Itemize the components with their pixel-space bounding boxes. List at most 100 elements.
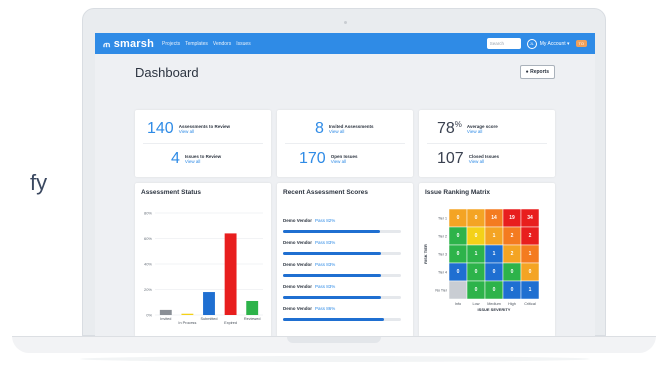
issue-ranking-matrix: 0 0 14 19 34 Tier 1 0 0 1 2 2 Tier 2 0 1 1 2 1 Tier 3 0 0 0 0… — [423, 208, 540, 312]
vendor-name: Demo Vendor — [283, 306, 313, 311]
row-label: Tier 4 — [438, 271, 447, 275]
cell-value: 19 — [509, 215, 515, 221]
divider — [143, 143, 263, 144]
cell-value: 0 — [457, 269, 460, 275]
pass-score[interactable]: Pass 83% — [315, 240, 335, 245]
assessments-card: 140 Assessments to Review View all 4 Issu… — [135, 110, 271, 177]
cell-value: 0 — [475, 215, 478, 221]
cell-value: 0 — [475, 269, 478, 275]
cell-value: 0 — [511, 287, 514, 293]
cell-value: 0 — [457, 215, 460, 221]
panel-title: Assessment Status — [141, 189, 201, 196]
cell-value: 0 — [493, 287, 496, 293]
divider — [427, 143, 547, 144]
cell-value: 2 — [529, 233, 532, 239]
cell-value: 0 — [475, 233, 478, 239]
x-axis-label: ISSUE SEVERITY — [478, 307, 511, 312]
cell-value: 0 — [457, 251, 460, 257]
cell-value: 1 — [475, 251, 478, 257]
nav-issues[interactable]: Issues — [236, 41, 250, 47]
stat-value: 8 — [315, 120, 324, 137]
stat-assessments-to-review: 140 Assessments to Review View all — [147, 120, 230, 138]
view-all-link[interactable]: View all — [185, 159, 221, 164]
y-tick-label: 20% — [144, 287, 152, 292]
recent-scores-panel: Recent Assessment Scores Demo Vendor Pass… — [277, 183, 413, 337]
col-label: Medium — [487, 302, 501, 306]
panel-title: Issue Ranking Matrix — [425, 189, 491, 196]
reports-icon: ● — [525, 69, 529, 75]
cell-value: 1 — [493, 233, 496, 239]
view-all-link[interactable]: View all — [179, 129, 230, 134]
row-label: Tier 2 — [438, 235, 447, 239]
cell-value: 34 — [527, 215, 533, 221]
camera-dot — [344, 21, 347, 24]
score-row[interactable]: Demo Vendor Pass 83% — [283, 231, 403, 255]
cell-value: 0 — [457, 233, 460, 239]
y-tick-label: 0% — [146, 313, 152, 318]
top-nav: ጠ smarsh Projects Templates Vendors Issue… — [95, 33, 595, 54]
x-tick-label: In Process — [178, 321, 196, 325]
bar-reviewed — [246, 300, 259, 315]
col-label: High — [508, 302, 516, 306]
cell-value: 14 — [491, 215, 497, 221]
x-tick-label: Expired — [224, 321, 237, 325]
stat-value: 78 — [437, 120, 455, 137]
search-input[interactable]: Search — [486, 38, 521, 49]
score-bar-track — [283, 318, 401, 321]
stat-cards: 140 Assessments to Review View all 4 Issu… — [135, 110, 555, 177]
issues-card: 8 Invited Assessments View all 170 Open I… — [277, 110, 413, 177]
col-label: Low — [473, 302, 480, 306]
reports-button[interactable]: ● Reports — [519, 65, 555, 79]
view-all-link[interactable]: View all — [467, 129, 498, 134]
page-title: Dashboard — [135, 65, 199, 80]
stat-value: 170 — [299, 150, 326, 167]
score-row[interactable]: Demo Vendor Pass 86% — [283, 297, 403, 321]
pass-score[interactable]: Pass 82% — [315, 218, 335, 223]
stat-unit: % — [454, 120, 462, 129]
view-all-link[interactable]: View all — [329, 129, 374, 134]
stat-value: 107 — [437, 150, 464, 167]
logo-text: smarsh — [113, 37, 155, 50]
logo[interactable]: ጠ smarsh — [103, 38, 154, 50]
matrix-cell — [448, 280, 468, 300]
assessment-status-panel: Assessment Status 0% 20% 40% 60% 80% Invited I… — [135, 183, 271, 337]
laptop-notch — [287, 337, 381, 343]
issue-matrix-panel: Issue Ranking Matrix 0 0 14 19 34 Tier 1 0 0 1 2 2… — [419, 183, 555, 337]
pass-score[interactable]: Pass 86% — [315, 306, 335, 311]
row-label: Tier 3 — [438, 253, 447, 257]
bar-in-process — [181, 313, 194, 315]
user-badge[interactable]: TO — [575, 40, 587, 47]
y-tick-label: 40% — [144, 262, 152, 267]
view-all-link[interactable]: View all — [469, 159, 499, 164]
score-bar-fill — [283, 318, 385, 321]
app-screen: ጠ smarsh Projects Templates Vendors Issue… — [95, 33, 595, 337]
panel-title: Recent Assessment Scores — [283, 189, 369, 196]
y-tick-label: 60% — [144, 236, 152, 241]
bar-expired — [224, 233, 237, 315]
score-row[interactable]: Demo Vendor Pass 83% — [283, 275, 403, 299]
laptop-shadow — [80, 356, 590, 362]
cell-value: 1 — [493, 251, 496, 257]
score-row[interactable]: Demo Vendor Pass 82% — [283, 209, 403, 233]
bar-submitted — [203, 292, 215, 315]
page-header: Dashboard ● Reports — [95, 54, 595, 96]
row-label: No Tier — [435, 289, 447, 293]
pass-score[interactable]: Pass 83% — [315, 284, 335, 289]
nav-templates[interactable]: Templates — [185, 41, 208, 47]
x-tick-label: Submitted — [200, 317, 217, 321]
nav-projects[interactable]: Projects — [162, 41, 180, 47]
account-menu[interactable]: My Account ▾ — [540, 41, 570, 47]
cell-value: 2 — [511, 251, 514, 257]
cell-value: 2 — [511, 233, 514, 239]
x-tick-label: Invited — [160, 317, 171, 321]
stat-closed-issues: 107 Closed Issues View all — [437, 150, 499, 168]
score-row[interactable]: Demo Vendor Pass 83% — [283, 253, 403, 277]
cell-value: 0 — [529, 269, 532, 275]
pass-score[interactable]: Pass 83% — [315, 262, 335, 267]
col-label: Critical — [524, 302, 536, 306]
vendor-name: Demo Vendor — [283, 240, 313, 245]
reports-label: Reports — [530, 69, 549, 75]
avatar[interactable]: JL — [526, 38, 537, 49]
view-all-link[interactable]: View all — [331, 159, 358, 164]
nav-vendors[interactable]: Vendors — [213, 41, 231, 47]
